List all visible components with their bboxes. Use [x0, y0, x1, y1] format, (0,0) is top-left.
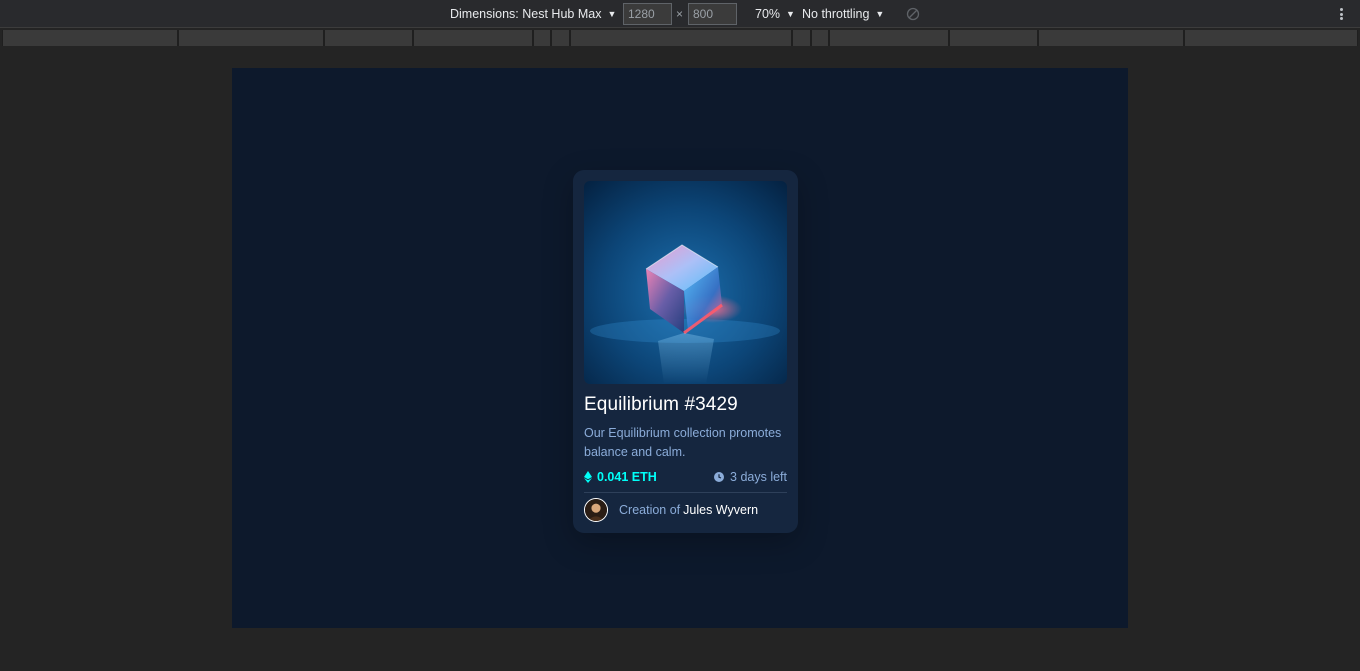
card-title[interactable]: Equilibrium #3429 [584, 394, 787, 416]
dimension-separator: × [676, 7, 684, 21]
throttling-label: No throttling [802, 7, 870, 21]
caret-down-icon: ▼ [875, 9, 885, 19]
nft-card: Equilibrium #3429 Our Equilibrium collec… [573, 170, 798, 533]
media-query-segment[interactable] [2, 30, 178, 46]
ethereum-icon [584, 471, 592, 483]
caret-down-icon: ▼ [786, 9, 795, 19]
card-stats: 0.041 ETH 3 days left [584, 468, 787, 486]
media-query-segment[interactable] [324, 30, 413, 46]
height-input[interactable]: 800 [688, 3, 737, 25]
media-query-segment[interactable] [949, 30, 1038, 46]
creator-row: Creation of Jules Wyvern [584, 498, 787, 522]
more-vert-icon[interactable] [1336, 7, 1346, 21]
media-query-segment[interactable] [792, 30, 811, 46]
media-query-segment[interactable] [570, 30, 792, 46]
device-toolbar: Dimensions: Nest Hub Max ▼ 1280 × 800 70… [0, 0, 1360, 28]
price-value: 0.041 ETH [597, 470, 657, 484]
card-description: Our Equilibrium collection promotes bala… [584, 426, 782, 459]
media-query-segment[interactable] [178, 30, 324, 46]
media-query-segment[interactable] [811, 30, 829, 46]
caret-down-icon: ▼ [607, 9, 617, 19]
creator-prefix: Creation of [619, 503, 681, 517]
width-input[interactable]: 1280 [623, 3, 672, 25]
creator-name-link[interactable]: Jules Wyvern [683, 503, 758, 517]
media-query-segment[interactable] [413, 30, 533, 46]
media-query-segment[interactable] [1184, 30, 1358, 46]
price-stat: 0.041 ETH [584, 470, 657, 484]
media-query-segment[interactable] [551, 30, 570, 46]
device-dropdown-label: Dimensions: Nest Hub Max [450, 7, 602, 21]
time-left-value: 3 days left [730, 470, 787, 484]
media-query-segment[interactable] [533, 30, 551, 46]
throttling-dropdown[interactable]: No throttling ▼ [802, 0, 884, 28]
zoom-label: 70% [755, 7, 781, 21]
rotate-disabled-icon[interactable] [906, 7, 920, 21]
zoom-dropdown[interactable]: 70% ▼ [755, 0, 795, 28]
media-query-segment[interactable] [1038, 30, 1184, 46]
media-query-segment[interactable] [829, 30, 949, 46]
device-dropdown[interactable]: Dimensions: Nest Hub Max ▼ [450, 0, 616, 28]
clock-icon [714, 472, 725, 482]
avatar [584, 498, 608, 522]
media-query-bar [2, 30, 1358, 46]
time-stat: 3 days left [714, 470, 787, 484]
device-viewport: Equilibrium #3429 Our Equilibrium collec… [232, 68, 1128, 628]
card-divider [584, 492, 787, 493]
nft-image[interactable] [584, 181, 787, 384]
